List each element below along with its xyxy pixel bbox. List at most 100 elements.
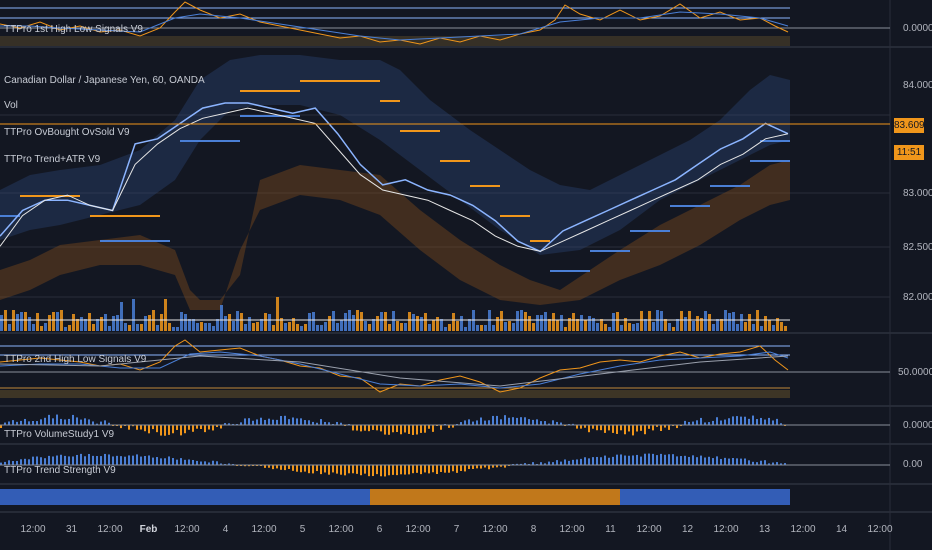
- volume-study-bar: [220, 425, 222, 429]
- trend-strength-bar: [196, 460, 198, 465]
- volume-bar: [48, 315, 51, 331]
- volume-study-bar: [252, 420, 254, 425]
- trend-strength-bar: [112, 456, 114, 465]
- trend-strength-bar: [564, 459, 566, 465]
- indicator-label-vol[interactable]: Vol: [4, 100, 18, 111]
- volume-bar: [340, 320, 343, 331]
- volume-study-bar: [480, 417, 482, 425]
- trend-strength-bar: [164, 458, 166, 465]
- volume-study-bar: [144, 425, 146, 432]
- volume-study-bar: [360, 425, 362, 432]
- trend-strength-bar: [612, 456, 614, 465]
- volume-study-bar: [392, 425, 394, 433]
- volume-bar: [768, 320, 771, 331]
- trend-strength-bar: [216, 461, 218, 465]
- volume-study-bar: [468, 419, 470, 425]
- time-axis-label: 12: [681, 524, 694, 535]
- volume-bar: [436, 317, 439, 331]
- time-axis-label: 7: [453, 524, 460, 535]
- volume-study-bar: [696, 420, 698, 425]
- volume-study-bar: [208, 425, 210, 430]
- second-indicator-label[interactable]: TTPro 2nd High Low Signals V9: [4, 354, 146, 365]
- volume-bar: [380, 312, 383, 331]
- trend-strength-label[interactable]: TTPro Trend Strength V9: [4, 465, 116, 476]
- trend-strength-bar: [676, 456, 678, 465]
- volume-bar: [68, 325, 71, 331]
- band-blue-right: [620, 489, 790, 505]
- volume-bar: [564, 327, 567, 331]
- volume-bar: [612, 313, 615, 331]
- trend-strength-bar: [636, 454, 638, 465]
- volume-bar: [484, 325, 487, 331]
- volume-bar: [480, 325, 483, 331]
- volume-bar: [108, 326, 111, 331]
- volume-study-bar: [288, 419, 290, 425]
- volume-study-bar: [440, 425, 442, 430]
- trend-strength-bar: [476, 465, 478, 469]
- chart-workspace[interactable]: TTPro 1st High Low Signals V9 Canadian D…: [0, 0, 932, 550]
- volume-bar: [528, 316, 531, 331]
- volume-bar: [672, 327, 675, 331]
- volume-bar: [344, 313, 347, 331]
- symbol-title[interactable]: Canadian Dollar / Japanese Yen, 60, OAND…: [4, 75, 205, 86]
- trend-strength-bar: [124, 456, 126, 465]
- volume-bar: [580, 315, 583, 331]
- volume-bar: [728, 313, 731, 331]
- volume-study-bar: [636, 425, 638, 432]
- trend-strength-bar: [452, 465, 454, 472]
- indicator-label-trend-atr[interactable]: TTPro Trend+ATR V9: [4, 154, 100, 165]
- trend-strength-bar: [296, 465, 298, 472]
- volume-bar: [236, 311, 239, 331]
- indicator-label-ovbought[interactable]: TTPro OvBought OvSold V9: [4, 127, 130, 138]
- price-axis-label: 82.500: [903, 242, 932, 253]
- trend-strength-bar: [312, 465, 314, 474]
- volume-bar: [32, 324, 35, 331]
- volume-study-bar: [424, 425, 426, 433]
- trend-strength-bar: [576, 459, 578, 465]
- volume-bar: [552, 313, 555, 331]
- time-axis-label: 12:00: [867, 524, 893, 535]
- trend-strength-bar: [108, 454, 110, 465]
- trend-strength-bar: [40, 457, 42, 465]
- trend-strength-bar: [744, 458, 746, 465]
- volume-study-bar: [612, 425, 614, 433]
- volume-study-bar: [148, 425, 150, 434]
- volume-study-bar: [728, 418, 730, 425]
- volume-study-bar: [300, 418, 302, 425]
- trend-strength-bar: [388, 465, 390, 476]
- trend-strength-bar: [764, 460, 766, 465]
- trend-strength-bar: [352, 465, 354, 474]
- volume-bar: [16, 314, 19, 331]
- volume-study-bar: [740, 416, 742, 425]
- volume-bar: [140, 324, 143, 331]
- volume-bar: [116, 315, 119, 331]
- volume-bar: [320, 325, 323, 331]
- time-axis-label: 12:00: [713, 524, 739, 535]
- volume-study-bar: [772, 420, 774, 425]
- volume-study-bar: [284, 415, 286, 425]
- trend-strength-bar: [620, 454, 622, 465]
- trend-strength-bar: [132, 455, 134, 465]
- volume-study-bar: [400, 425, 402, 435]
- volume-study-label[interactable]: TTPro VolumeStudy1 V9: [4, 429, 114, 440]
- top-indicator-label[interactable]: TTPro 1st High Low Signals V9: [4, 24, 143, 35]
- volume-study-bar: [644, 425, 646, 435]
- volume-bar: [660, 311, 663, 331]
- volume-bar: [508, 321, 511, 331]
- trend-strength-bar: [336, 465, 338, 474]
- trend-strength-bar: [440, 465, 442, 472]
- volume-study-bar: [492, 415, 494, 425]
- volume-bar: [764, 316, 767, 331]
- trend-strength-bar: [72, 456, 74, 465]
- volume-study-bar: [384, 425, 386, 435]
- volume-bar: [156, 325, 159, 331]
- volume-bar: [284, 323, 287, 331]
- volume-study-bar: [428, 425, 430, 429]
- volume-study-bar: [276, 419, 278, 425]
- trend-strength-bar: [36, 456, 38, 465]
- time-axis-label: 12:00: [20, 524, 46, 535]
- volume-bar: [144, 316, 147, 331]
- trend-strength-bar: [584, 457, 586, 465]
- low-band-fill: [0, 390, 790, 398]
- volume-study-bar: [624, 425, 626, 435]
